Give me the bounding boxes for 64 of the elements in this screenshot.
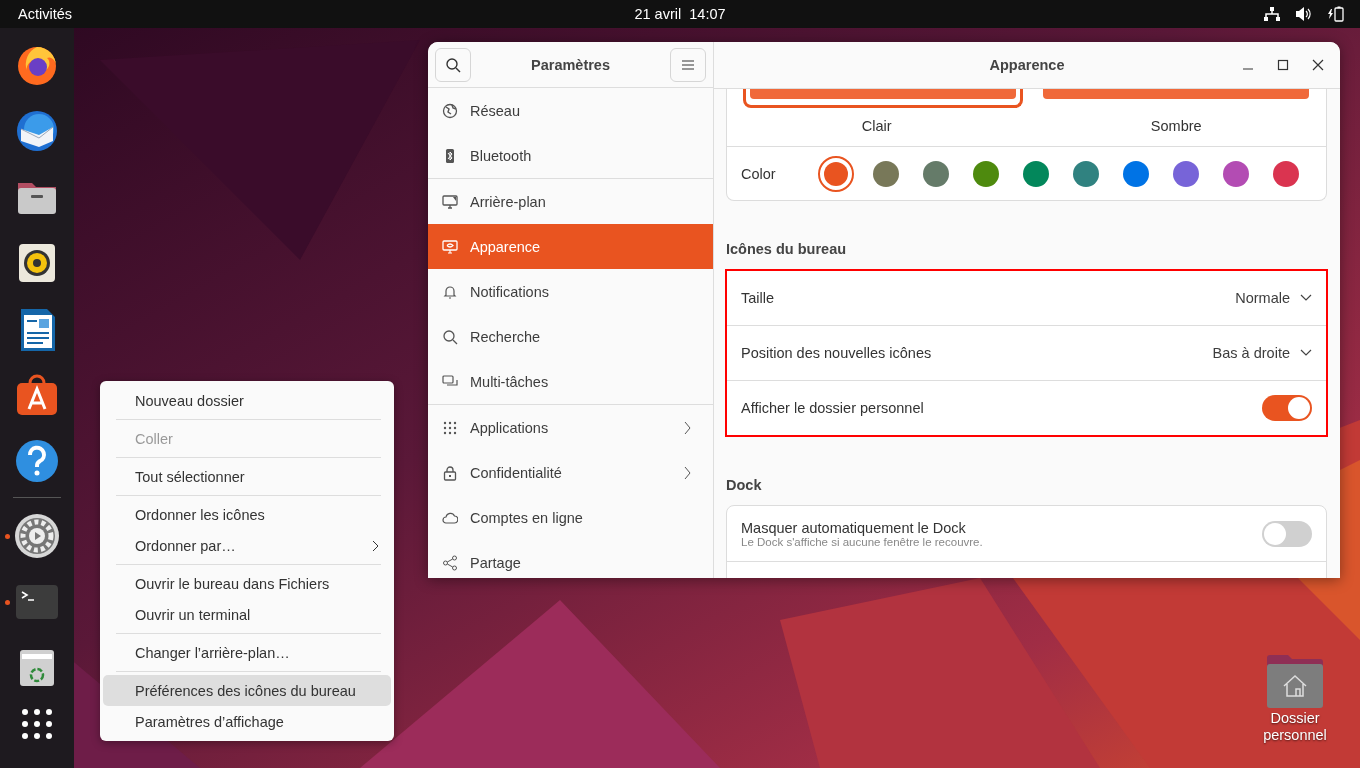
menu-item[interactable]: Paramètres d’affichage: [103, 706, 391, 737]
gear-icon[interactable]: [13, 512, 61, 560]
search-icon: [442, 328, 458, 345]
home-folder-icon[interactable]: [1265, 654, 1325, 710]
menu-item[interactable]: Changer l’arrière-plan…: [103, 637, 391, 668]
sidebar-title: Paramètres: [531, 56, 610, 73]
sidebar-item[interactable]: Arrière-plan: [428, 179, 713, 224]
dropdown[interactable]: Normale: [1235, 290, 1290, 306]
setting-description: Le Dock s'affiche si aucune fenêtre le recouvre.: [741, 535, 983, 548]
sidebar-item[interactable]: Notifications: [428, 269, 713, 314]
search-button[interactable]: [435, 47, 471, 82]
lock-icon: [442, 464, 458, 481]
menu-icon: [682, 59, 694, 70]
help-icon[interactable]: [13, 437, 61, 485]
sidebar-item[interactable]: Confidentialité: [428, 450, 713, 495]
battery-icon[interactable]: [1328, 6, 1344, 22]
setting-label: Position des nouvelles icônes: [741, 345, 932, 361]
share-icon: [442, 554, 458, 571]
sidebar-item[interactable]: Applications: [428, 405, 713, 450]
menu-item[interactable]: Ordonner les icônes: [103, 499, 391, 530]
app-grid-icon[interactable]: [21, 708, 53, 740]
chevron-down-icon: [1300, 294, 1312, 302]
sidebar-item[interactable]: Partage: [428, 540, 713, 578]
theme-preview[interactable]: [742, 89, 1023, 108]
sidebar-item[interactable]: Réseau: [428, 88, 713, 133]
close-icon[interactable]: [1312, 59, 1324, 71]
sidebar-item[interactable]: Multi-tâches: [428, 359, 713, 404]
toggle-switch[interactable]: [1262, 520, 1312, 547]
monitor-icon: [442, 193, 458, 210]
grid-icon: [442, 419, 458, 436]
menu-button[interactable]: [670, 47, 706, 82]
menu-item[interactable]: Tout sélectionner: [103, 461, 391, 492]
theme-label: Sombre: [1150, 117, 1202, 136]
setting-label: Masquer automatiquement le Dock: [741, 519, 967, 536]
theme-label: Clair: [861, 117, 892, 136]
section-heading: Icônes du bureau: [726, 241, 848, 257]
sidebar-item[interactable]: Bluetooth: [428, 133, 713, 178]
color-swatch[interactable]: [817, 155, 854, 192]
menu-item[interactable]: Ouvrir un terminal: [103, 599, 391, 630]
menu-item[interactable]: Ouvrir le bureau dans Fichiers: [103, 568, 391, 599]
menu-item[interactable]: Nouveau dossier: [103, 385, 391, 416]
maximize-icon[interactable]: [1277, 59, 1289, 71]
setting-label: Afficher le dossier personnel: [741, 400, 924, 416]
sidebar-item[interactable]: Recherche: [428, 314, 713, 359]
window-title: Apparence: [989, 57, 1065, 73]
menu-item[interactable]: Ordonner par…: [103, 530, 391, 561]
section-heading: Dock: [726, 477, 763, 493]
search-icon: [445, 56, 461, 73]
setting-label: Taille: [741, 290, 775, 306]
globe-icon: [442, 102, 458, 119]
sidebar-item[interactable]: Comptes en ligne: [428, 495, 713, 540]
dropdown[interactable]: Bas à droite: [1212, 345, 1290, 361]
desktop-icon-label[interactable]: Dossier personnel: [1250, 710, 1340, 744]
bell-icon: [442, 283, 458, 300]
volume-icon[interactable]: [1296, 7, 1312, 21]
activities-button[interactable]: Activités: [18, 6, 72, 22]
network-icon[interactable]: [1264, 7, 1280, 21]
toggle-switch[interactable]: [1262, 395, 1312, 421]
color-label: Color: [741, 165, 776, 182]
menu-item[interactable]: Préférences des icônes du bureau: [103, 675, 391, 706]
clock[interactable]: 21 avril 14:07: [634, 6, 726, 22]
sidebar-item[interactable]: Apparence: [428, 224, 713, 269]
chevron-down-icon: [1300, 349, 1312, 357]
monitor-icon: [442, 238, 458, 255]
